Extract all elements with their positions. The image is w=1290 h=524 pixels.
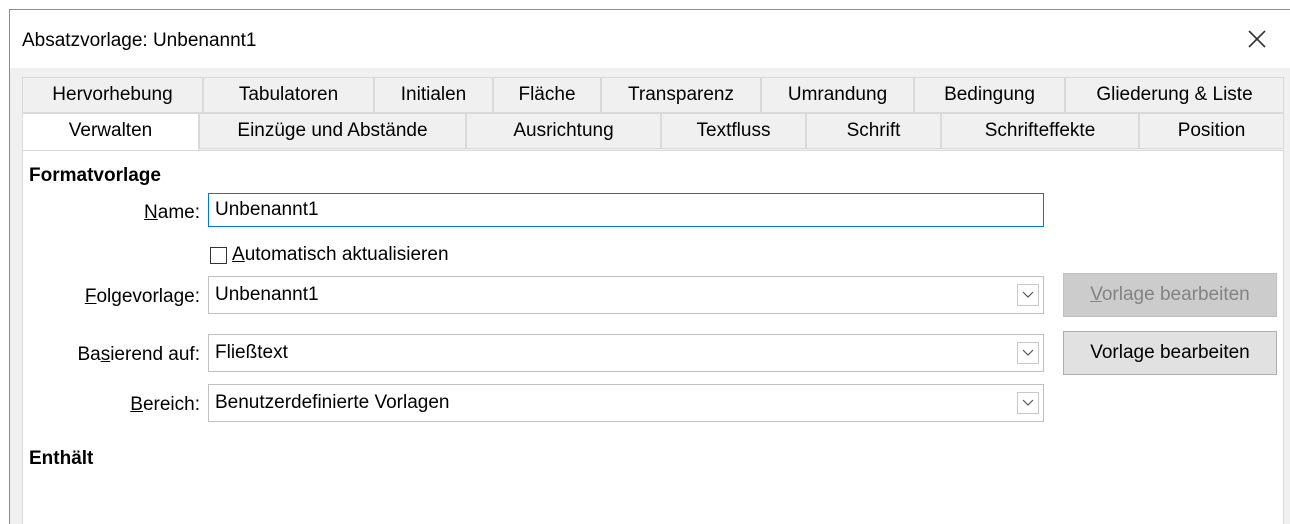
tab-initialen[interactable]: Initialen bbox=[374, 77, 493, 113]
tab-schrifteffekte[interactable]: Schrifteffekte bbox=[941, 113, 1139, 149]
edit-followup-style-button[interactable]: Vorlage bearbeiten bbox=[1063, 273, 1277, 317]
tab-position[interactable]: Position bbox=[1139, 113, 1284, 149]
tab-umrandung[interactable]: Umrandung bbox=[761, 77, 914, 113]
auto-update-label: Automatisch aktualisieren bbox=[232, 244, 449, 265]
dialog-body: Hervorhebung Tabulatoren Initialen Fläch… bbox=[10, 68, 1290, 524]
bereich-select[interactable]: Benutzerdefinierte Vorlagen bbox=[208, 384, 1044, 422]
tab-bedingung[interactable]: Bedingung bbox=[914, 77, 1065, 113]
bereich-label: Bereich: bbox=[130, 394, 200, 415]
tab-panel-verwalten: Formatvorlage Name: Unbenannt1 Automatis… bbox=[22, 150, 1284, 524]
section-heading-enthaelt: Enthält bbox=[29, 448, 94, 469]
dialog-window: Absatzvorlage: Unbenannt1 Hervorhebung T… bbox=[9, 9, 1290, 524]
basierend-value: Fließtext bbox=[215, 342, 288, 363]
auto-update-checkbox[interactable]: Automatisch aktualisieren bbox=[210, 244, 449, 266]
folgevorlage-label: Folgevorlage: bbox=[84, 286, 200, 307]
tab-gliederung-liste[interactable]: Gliederung & Liste bbox=[1065, 77, 1284, 113]
checkbox-box[interactable] bbox=[210, 246, 227, 264]
tab-hervorhebung[interactable]: Hervorhebung bbox=[22, 77, 203, 113]
section-heading-formatvorlage: Formatvorlage bbox=[29, 165, 161, 186]
chevron-down-icon[interactable] bbox=[1017, 342, 1039, 364]
basierend-select[interactable]: Fließtext bbox=[208, 334, 1044, 372]
tab-transparenz[interactable]: Transparenz bbox=[601, 77, 761, 113]
chevron-down-icon[interactable] bbox=[1017, 284, 1039, 306]
chevron-down-icon[interactable] bbox=[1017, 392, 1039, 414]
tab-verwalten[interactable]: Verwalten bbox=[22, 113, 199, 151]
close-icon[interactable] bbox=[1242, 24, 1272, 54]
tab-schrift[interactable]: Schrift bbox=[806, 113, 941, 149]
tab-ausrichtung[interactable]: Ausrichtung bbox=[466, 113, 661, 149]
tab-einzuege-abstaende[interactable]: Einzüge und Abstände bbox=[199, 113, 466, 149]
name-field[interactable]: Unbenannt1 bbox=[208, 193, 1044, 227]
folgevorlage-select[interactable]: Unbenannt1 bbox=[208, 276, 1044, 314]
tab-textfluss[interactable]: Textfluss bbox=[661, 113, 806, 149]
bereich-value: Benutzerdefinierte Vorlagen bbox=[215, 392, 450, 413]
basierend-label: Basierend auf: bbox=[77, 344, 200, 365]
edit-parent-style-button[interactable]: Vorlage bearbeiten bbox=[1063, 331, 1277, 375]
name-label: Name: bbox=[144, 202, 200, 223]
tab-flaeche[interactable]: Fläche bbox=[493, 77, 601, 113]
title-bar: Absatzvorlage: Unbenannt1 bbox=[10, 10, 1290, 68]
folgevorlage-value: Unbenannt1 bbox=[215, 284, 319, 305]
tab-tabulatoren[interactable]: Tabulatoren bbox=[203, 77, 374, 113]
dialog-title: Absatzvorlage: Unbenannt1 bbox=[22, 30, 257, 51]
